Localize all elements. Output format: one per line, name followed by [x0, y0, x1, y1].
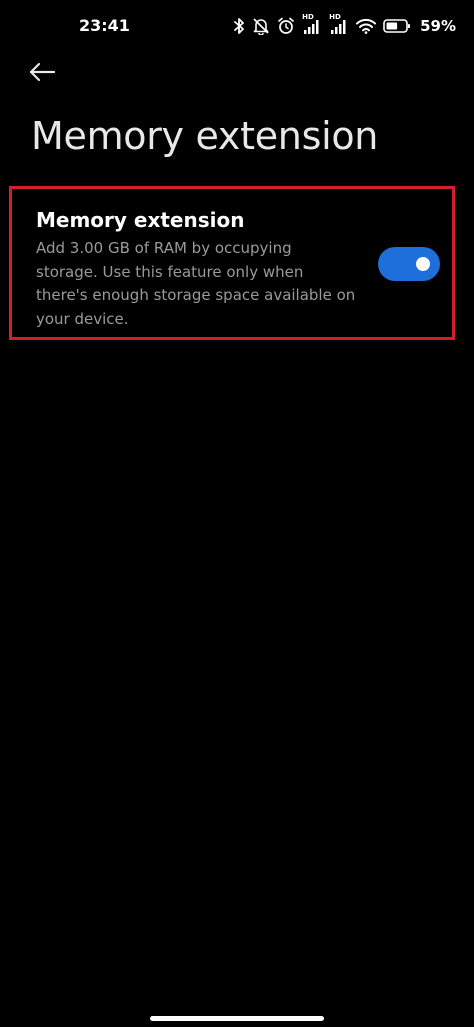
signal-hd-icon: HD [329, 13, 349, 36]
memory-extension-setting[interactable]: Memory extension Add 3.00 GB of RAM by o… [9, 186, 455, 340]
status-bar: 23:41 HD HD 59% [0, 0, 474, 56]
setting-title: Memory extension [36, 208, 245, 232]
wifi-icon [356, 18, 377, 34]
signal-hd-icon: HD [302, 13, 322, 36]
toggle-knob [416, 257, 430, 271]
bluetooth-icon [234, 17, 245, 35]
back-button[interactable] [28, 58, 68, 90]
alarm-icon [277, 17, 295, 35]
home-indicator[interactable] [150, 1016, 324, 1021]
alarm-off-icon [252, 17, 270, 35]
battery-percent: 59% [420, 17, 456, 35]
page-title: Memory extension [31, 114, 379, 158]
status-time: 23:41 [79, 16, 130, 35]
battery-icon [383, 18, 411, 34]
status-icons: HD HD 59% [234, 13, 456, 38]
memory-extension-toggle[interactable] [378, 247, 440, 281]
setting-description: Add 3.00 GB of RAM by occupying storage.… [36, 239, 356, 328]
arrow-left-icon [28, 62, 56, 86]
